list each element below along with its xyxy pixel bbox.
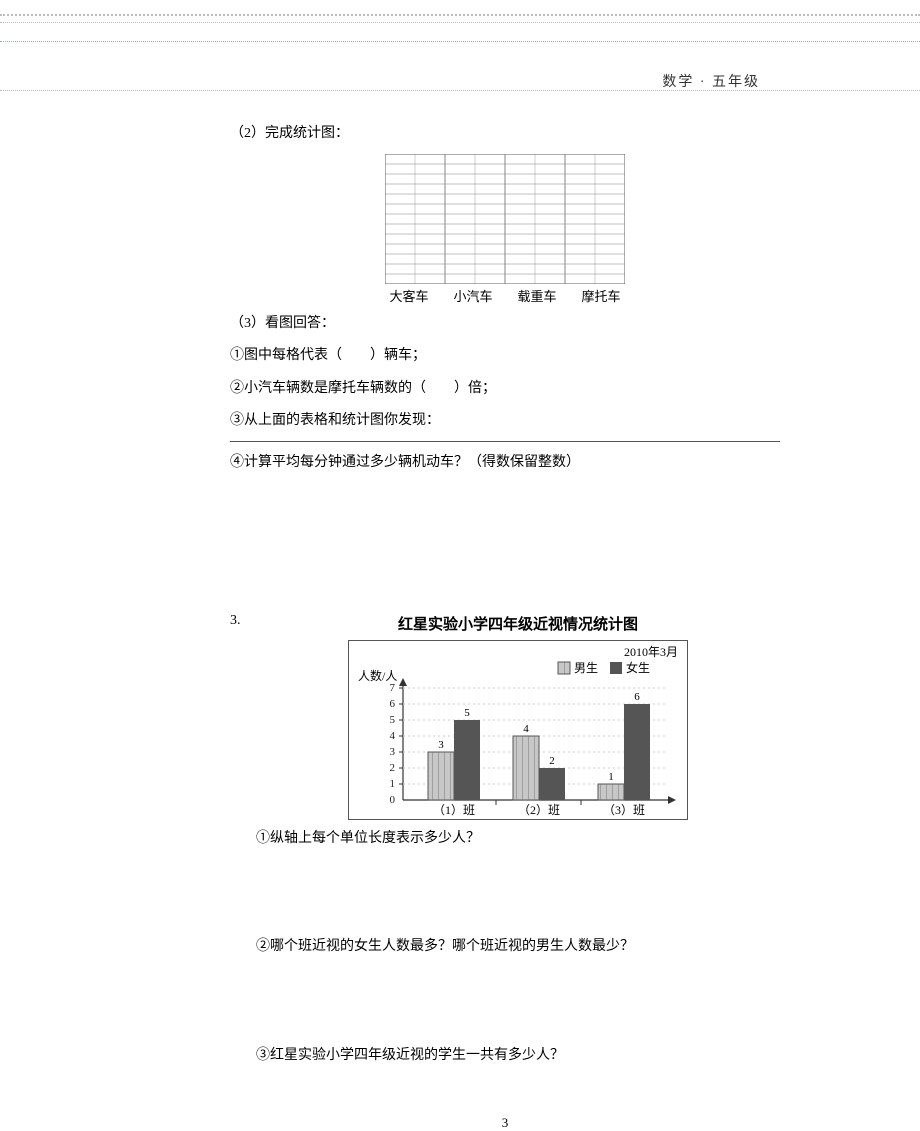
svg-text:6: 6 [390,698,396,710]
blank-chart-area: 大客车 小汽车 载重车 摩托车 [230,154,780,305]
q3-block: 3. 红星实验小学四年级近视情况统计图 2010年3月 [230,613,780,1076]
subject-grade-label: 数学 · 五年级 [662,71,760,91]
page-content: （2）完成统计图： [0,91,920,1131]
svg-text:4: 4 [390,730,396,742]
svg-text:6: 6 [634,691,640,703]
svg-text:4: 4 [523,723,529,735]
svg-text:0: 0 [390,794,396,806]
svg-text:1: 1 [390,778,396,790]
bar-female-1 [454,720,480,800]
chart-date: 2010年3月 [624,645,678,659]
blank-chart-categories: 大客车 小汽车 载重车 摩托车 [386,286,624,305]
q2-sub3: ③从上面的表格和统计图你发现： [230,408,780,435]
q2-sub4: ④计算平均每分钟通过多少辆机动车？（得数保留整数） [230,450,780,477]
page-number: 3 [230,1115,780,1131]
q3-space-1 [256,858,780,928]
header-band: 数学 · 五年级 [0,14,920,91]
svg-text:5: 5 [464,707,470,719]
svg-text:3: 3 [390,746,396,758]
svg-text:1: 1 [608,771,614,783]
legend-female-swatch [610,662,622,674]
bar-male-2 [513,736,539,800]
blank-cat: 摩托车 [578,286,624,305]
q3-sub3: ③红星实验小学四年级近视的学生一共有多少人？ [256,1043,780,1070]
answer-underline [230,441,780,442]
xcat-1: （1）班 [433,803,475,817]
header-rule-top [0,22,920,23]
q3-sub1: ①纵轴上每个单位长度表示多少人？ [256,826,780,853]
bar-male-3 [598,784,624,800]
q3-space-2 [256,967,780,1037]
work-space [230,483,780,613]
q2-3-heading: （3）看图回答： [230,311,780,338]
q2-prompt: （2）完成统计图： [230,121,780,148]
xcat-2: （2）班 [518,803,560,817]
svg-text:2: 2 [549,755,555,767]
blank-cat: 小汽车 [450,286,496,305]
bar-chart-svg: 2010年3月 男生 女生 人数/人 0 [348,640,688,820]
bar-male-1 [428,752,454,800]
bar-female-2 [539,768,565,800]
blank-cat: 载重车 [514,286,560,305]
bar-female-3 [624,704,650,800]
bar-chart: 2010年3月 男生 女生 人数/人 0 [256,640,780,820]
legend-male-label: 男生 [574,661,598,675]
chart-title: 红星实验小学四年级近视情况统计图 [256,613,780,634]
blank-grid-svg [385,154,625,284]
svg-text:5: 5 [390,714,396,726]
xcat-3: （3）班 [603,803,645,817]
svg-text:2: 2 [390,762,396,774]
legend-female-label: 女生 [626,660,650,675]
svg-text:3: 3 [438,739,444,751]
header-rule-bot [0,41,920,42]
q2-sub2: ②小汽车辆数是摩托车辆数的（ ）倍； [230,376,780,403]
q3-number: 3. [230,613,256,629]
q3-sub2: ②哪个班近视的女生人数最多？哪个班近视的男生人数最少？ [256,934,780,961]
svg-text:7: 7 [390,682,396,694]
y-axis-label: 人数/人 [358,668,397,683]
blank-cat: 大客车 [386,286,432,305]
legend-male-swatch [558,662,570,674]
q2-sub1: ①图中每格代表（ ）辆车； [230,343,780,370]
